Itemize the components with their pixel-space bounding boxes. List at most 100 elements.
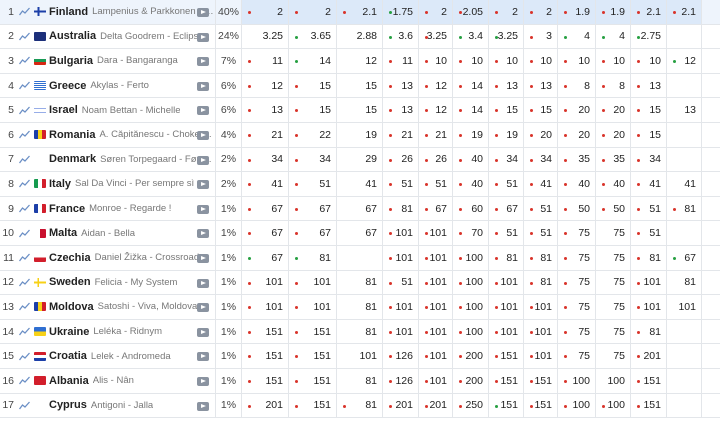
video-play-icon[interactable]: [197, 180, 209, 190]
odds-cell[interactable]: 2.88: [337, 24, 383, 49]
entry-name[interactable]: Croatia Lelek - Andromeda: [34, 344, 215, 368]
odds-cell[interactable]: 101: [419, 368, 453, 393]
odds-cell[interactable]: 35: [596, 147, 631, 172]
odds-cell[interactable]: 34: [524, 147, 558, 172]
video-play-icon[interactable]: [197, 204, 209, 214]
odds-cell[interactable]: 75: [558, 270, 596, 295]
table-row[interactable]: 11 Czechia Daniel Žižka - Crossroads 1% 67 81…: [0, 245, 720, 271]
chart-line-icon[interactable]: [14, 25, 34, 49]
video-play-icon[interactable]: [197, 376, 209, 386]
odds-cell[interactable]: 101: [383, 295, 419, 319]
table-row[interactable]: 6 Romania A. Căpitănescu - Choke Me 4% 21 22 1…: [0, 122, 720, 148]
odds-cell[interactable]: 2.05: [453, 0, 489, 24]
odds-cell[interactable]: 11: [383, 49, 419, 73]
odds-cell[interactable]: 81: [337, 319, 383, 344]
entry-name[interactable]: Bulgaria Dara - Bangaranga: [34, 49, 215, 73]
odds-cell[interactable]: 3: [524, 24, 558, 49]
odds-cell[interactable]: 41: [667, 172, 702, 196]
odds-cell[interactable]: 81: [631, 245, 667, 270]
odds-cell[interactable]: 101: [489, 270, 524, 295]
odds-cell[interactable]: 51: [289, 172, 337, 196]
odds-cell[interactable]: 51: [631, 196, 667, 221]
odds-cell[interactable]: 41: [631, 172, 667, 196]
chart-line-icon[interactable]: [14, 49, 34, 73]
odds-cell[interactable]: 75: [558, 319, 596, 344]
odds-cell[interactable]: 151: [489, 344, 524, 368]
odds-cell[interactable]: 1.9: [596, 0, 631, 24]
odds-cell[interactable]: [667, 221, 702, 245]
table-row[interactable]: 14 Ukraine Leléka - Ridnym 1% 151 151 81 101 101…: [0, 319, 720, 345]
odds-cell[interactable]: 101: [524, 344, 558, 368]
odds-cell[interactable]: 34: [289, 147, 337, 172]
chart-line-icon[interactable]: [14, 246, 34, 270]
odds-cell[interactable]: 81: [631, 319, 667, 344]
odds-cell[interactable]: 81: [337, 295, 383, 319]
odds-cell[interactable]: 15: [337, 73, 383, 98]
entry-name[interactable]: Albania Alis - Nân: [34, 369, 215, 393]
odds-cell[interactable]: 12: [419, 98, 453, 122]
table-row[interactable]: 12 Sweden Felicia - My System 1% 101 101 81 51 1…: [0, 270, 720, 296]
odds-cell[interactable]: 3.6: [383, 24, 419, 49]
odds-cell[interactable]: 101: [419, 270, 453, 295]
odds-cell[interactable]: 100: [596, 368, 631, 393]
entry-name[interactable]: Italy Sal Da Vinci - Per sempre sì: [34, 172, 215, 196]
odds-cell[interactable]: 15: [289, 98, 337, 122]
odds-cell[interactable]: 51: [524, 196, 558, 221]
odds-cell[interactable]: 34: [631, 147, 667, 172]
odds-cell[interactable]: 75: [596, 270, 631, 295]
odds-cell[interactable]: 19: [337, 122, 383, 147]
odds-cell[interactable]: 151: [289, 368, 337, 393]
table-row[interactable]: 17 Cyprus Antigoni - Jalla 1% 201 151 81 201 201…: [0, 393, 720, 419]
odds-cell[interactable]: 14: [289, 49, 337, 73]
odds-cell[interactable]: 67: [242, 245, 289, 270]
table-row[interactable]: 9 France Monroe - Regarde ! 1% 67 67 67 81 67 60 6…: [0, 196, 720, 222]
odds-cell[interactable]: 21: [419, 122, 453, 147]
video-play-icon[interactable]: [197, 57, 209, 67]
entry-name[interactable]: Australia Delta Goodrem - Eclipse: [34, 25, 215, 49]
entry-name[interactable]: Malta Aidan - Bella: [34, 221, 215, 245]
odds-cell[interactable]: 41: [524, 172, 558, 196]
odds-cell[interactable]: 67: [289, 221, 337, 245]
odds-cell[interactable]: 100: [558, 368, 596, 393]
odds-cell[interactable]: 15: [631, 122, 667, 147]
odds-cell[interactable]: 10: [524, 49, 558, 73]
odds-cell[interactable]: 151: [289, 344, 337, 368]
odds-cell[interactable]: 19: [453, 122, 489, 147]
odds-cell[interactable]: 51: [489, 172, 524, 196]
odds-cell[interactable]: 101: [242, 295, 289, 319]
odds-cell[interactable]: [667, 393, 702, 418]
entry-name[interactable]: Israel Noam Bettan - Michelle: [34, 98, 215, 122]
odds-cell[interactable]: [667, 344, 702, 368]
odds-cell[interactable]: 2.1: [631, 0, 667, 24]
chart-line-icon[interactable]: [14, 271, 34, 295]
odds-cell[interactable]: 51: [383, 270, 419, 295]
odds-cell[interactable]: 151: [489, 393, 524, 418]
chart-line-icon[interactable]: [14, 0, 34, 24]
odds-cell[interactable]: 81: [337, 368, 383, 393]
odds-cell[interactable]: 2: [489, 0, 524, 24]
odds-cell[interactable]: 1.75: [383, 0, 419, 24]
odds-cell[interactable]: 75: [596, 319, 631, 344]
odds-cell[interactable]: 40: [558, 172, 596, 196]
odds-cell[interactable]: 151: [242, 319, 289, 344]
odds-cell[interactable]: 67: [242, 221, 289, 245]
odds-cell[interactable]: [667, 147, 702, 172]
odds-cell[interactable]: 151: [631, 368, 667, 393]
odds-cell[interactable]: 75: [558, 221, 596, 245]
odds-cell[interactable]: 13: [489, 73, 524, 98]
odds-cell[interactable]: 15: [524, 98, 558, 122]
odds-cell[interactable]: 20: [524, 122, 558, 147]
odds-cell[interactable]: 67: [337, 221, 383, 245]
odds-cell[interactable]: 81: [667, 196, 702, 221]
odds-cell[interactable]: 12: [337, 49, 383, 73]
chart-line-icon[interactable]: [14, 197, 34, 221]
odds-cell[interactable]: [667, 24, 702, 49]
odds-cell[interactable]: 35: [558, 147, 596, 172]
odds-cell[interactable]: 75: [596, 221, 631, 245]
odds-cell[interactable]: 40: [453, 172, 489, 196]
odds-cell[interactable]: 101: [631, 270, 667, 295]
table-row[interactable]: 13 Moldova Satoshi - Viva, Moldova 1% 101 101…: [0, 295, 720, 320]
odds-cell[interactable]: 34: [489, 147, 524, 172]
odds-cell[interactable]: 200: [453, 368, 489, 393]
odds-cell[interactable]: 34: [242, 147, 289, 172]
